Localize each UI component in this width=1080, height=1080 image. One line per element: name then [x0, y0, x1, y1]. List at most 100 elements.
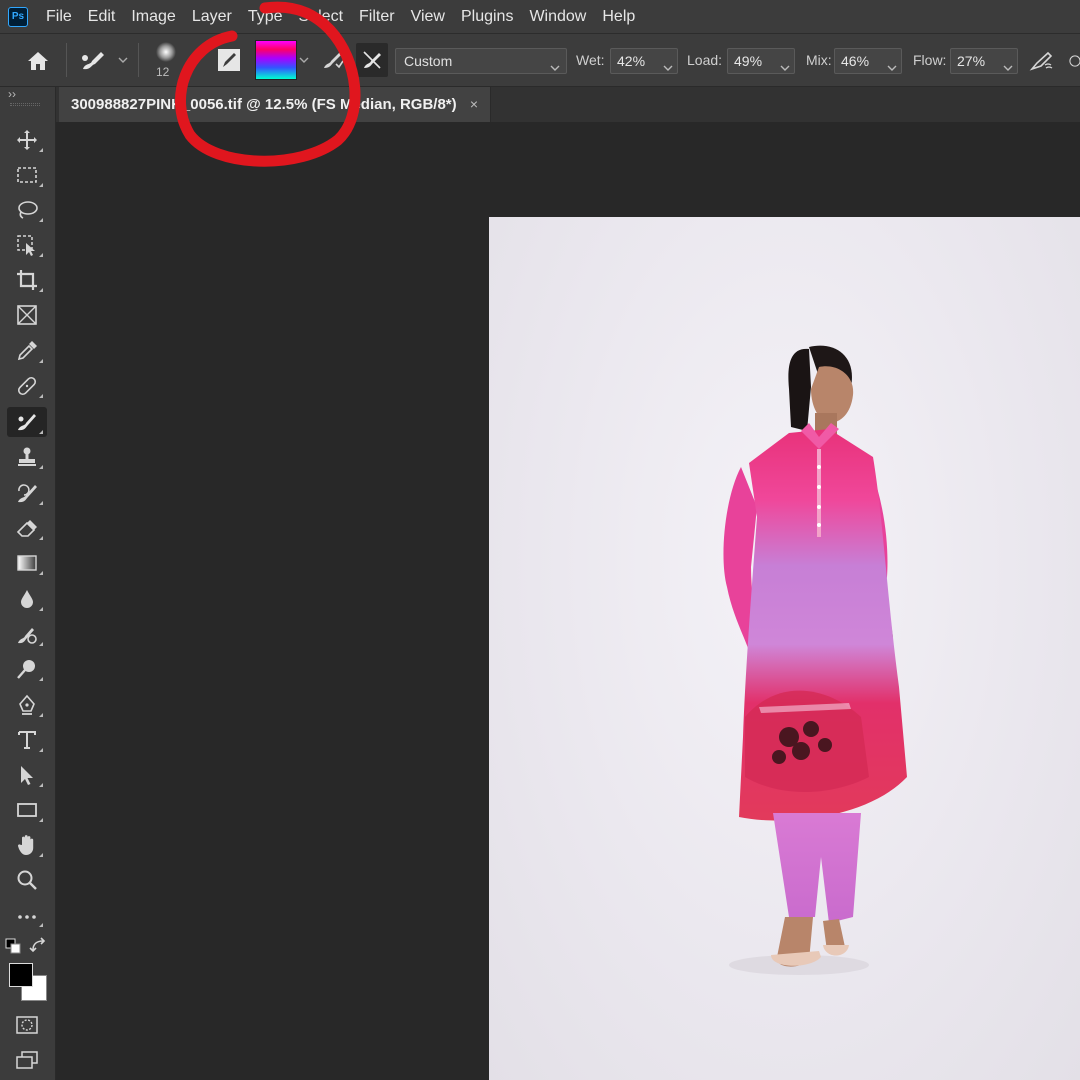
magnifier-icon: [17, 870, 37, 890]
screen-mode-icon: [16, 1051, 38, 1069]
type-t-icon: [18, 731, 36, 749]
quick-mask-button[interactable]: [12, 1013, 42, 1037]
mix-preset-select[interactable]: Custom: [395, 48, 567, 74]
clone-stamp-tool[interactable]: [7, 442, 47, 472]
flow-value: 27%: [957, 53, 986, 69]
rectangle-icon: [17, 803, 37, 817]
clean-brush-icon: [363, 51, 381, 69]
bandage-icon: [17, 376, 37, 396]
document-tab-strip: 300988827PINK_0056.tif @ 12.5% (FS Media…: [56, 87, 1080, 122]
eraser-tool[interactable]: [7, 513, 47, 543]
edit-toolbar-button[interactable]: [7, 900, 47, 930]
mix-label: Mix:: [806, 52, 832, 68]
load-field[interactable]: 49%: [727, 48, 795, 74]
mix-preset-value: Custom: [404, 53, 453, 69]
menu-plugins[interactable]: Plugins: [453, 8, 521, 26]
zoom-dodge-tool[interactable]: [7, 654, 47, 684]
lasso-icon: [18, 201, 38, 219]
object-selection-tool[interactable]: [7, 230, 47, 260]
pen-nib-icon: [19, 694, 35, 715]
color-swatch-chevron-icon[interactable]: [297, 53, 311, 67]
type-tool[interactable]: [7, 725, 47, 755]
menu-edit[interactable]: Edit: [80, 8, 124, 26]
brush-size-label: 12: [156, 65, 170, 79]
wet-chevron-icon[interactable]: [663, 54, 673, 78]
flow-label: Flow:: [913, 52, 947, 68]
brush-settings-panel-button[interactable]: [215, 46, 243, 74]
history-brush-icon: [18, 484, 37, 503]
lasso-tool[interactable]: [7, 195, 47, 225]
dodge-lollipop-icon: [17, 660, 35, 679]
marquee-tool[interactable]: [7, 160, 47, 190]
load-chevron-icon[interactable]: [780, 54, 790, 78]
arrow-pointer-icon: [21, 766, 33, 785]
mix-chevron-icon[interactable]: [887, 54, 897, 78]
frame-icon: [17, 305, 37, 325]
menu-select[interactable]: Select: [291, 8, 351, 26]
close-tab-icon[interactable]: ×: [470, 96, 478, 112]
pen-tool[interactable]: [7, 690, 47, 720]
healing-brush-tool[interactable]: [7, 371, 47, 401]
brush-preset-picker[interactable]: [152, 40, 180, 64]
sample-layers-icon: [1069, 55, 1080, 67]
photoshop-window: Ps File Edit Image Layer Type Select Fil…: [0, 0, 1080, 1080]
gradient-icon: [17, 555, 37, 571]
collapse-panel-button[interactable]: ››: [8, 87, 16, 101]
mix-value: 46%: [841, 53, 870, 69]
load-color-swatch[interactable]: [255, 40, 297, 80]
stamp-icon: [18, 447, 36, 466]
tool-preset-picker[interactable]: [76, 47, 110, 75]
swap-colors-button[interactable]: [28, 937, 48, 955]
menu-type[interactable]: Type: [240, 8, 291, 26]
default-colors-button[interactable]: [4, 937, 22, 955]
mix-field[interactable]: 46%: [834, 48, 902, 74]
eyedropper-tool[interactable]: [7, 336, 47, 366]
move-tool[interactable]: [7, 125, 47, 155]
wet-field[interactable]: 42%: [610, 48, 678, 74]
menu-window[interactable]: Window: [521, 8, 594, 26]
brush-preset-chevron-icon[interactable]: [190, 53, 204, 67]
model-photo: [723, 345, 907, 975]
eyedropper-icon: [17, 341, 37, 361]
load-value: 49%: [734, 53, 763, 69]
blur-tool[interactable]: [7, 584, 47, 614]
sample-all-layers-toggle[interactable]: [1068, 50, 1080, 72]
clean-brush-button[interactable]: [356, 43, 388, 77]
hand-tool[interactable]: [7, 830, 47, 860]
load-brush-button[interactable]: [318, 46, 348, 74]
photoshop-logo-icon: Ps: [8, 6, 28, 27]
eraser-icon: [16, 520, 37, 537]
gradient-tool[interactable]: [7, 548, 47, 578]
home-button[interactable]: [22, 47, 54, 75]
load-label: Load:: [687, 52, 723, 68]
flow-field[interactable]: 27%: [950, 48, 1018, 74]
document-canvas[interactable]: [489, 217, 1080, 1080]
menu-filter[interactable]: Filter: [351, 8, 403, 26]
dodge-tool[interactable]: [7, 619, 47, 649]
menu-image[interactable]: Image: [123, 8, 183, 26]
rectangle-tool[interactable]: [7, 795, 47, 825]
menu-view[interactable]: View: [403, 8, 453, 26]
menu-layer[interactable]: Layer: [184, 8, 240, 26]
menu-file[interactable]: File: [38, 8, 80, 26]
screen-mode-button[interactable]: [12, 1048, 42, 1072]
document-tab-title: 300988827PINK_0056.tif @ 12.5% (FS Media…: [71, 96, 457, 113]
foreground-color-swatch[interactable]: [9, 963, 33, 987]
path-selection-tool[interactable]: [7, 760, 47, 790]
flow-chevron-icon[interactable]: [1003, 54, 1013, 78]
menu-bar: Ps File Edit Image Layer Type Select Fil…: [0, 0, 1080, 33]
airbrush-toggle[interactable]: [1027, 47, 1057, 75]
zoom-tool[interactable]: [7, 865, 47, 895]
panel-grip[interactable]: [10, 103, 40, 106]
soft-brush-tip-icon: [156, 42, 176, 62]
document-tab[interactable]: 300988827PINK_0056.tif @ 12.5% (FS Media…: [59, 87, 491, 122]
history-brush-tool[interactable]: [7, 478, 47, 508]
object-selection-icon: [17, 235, 35, 256]
frame-tool[interactable]: [7, 300, 47, 330]
mixer-brush-tool[interactable]: [7, 407, 47, 437]
crop-tool[interactable]: [7, 265, 47, 295]
swap-arrows-icon: [29, 937, 46, 953]
menu-help[interactable]: Help: [594, 8, 643, 26]
tool-preset-chevron-icon[interactable]: [116, 53, 130, 67]
mixer-brush-icon: [82, 52, 104, 70]
